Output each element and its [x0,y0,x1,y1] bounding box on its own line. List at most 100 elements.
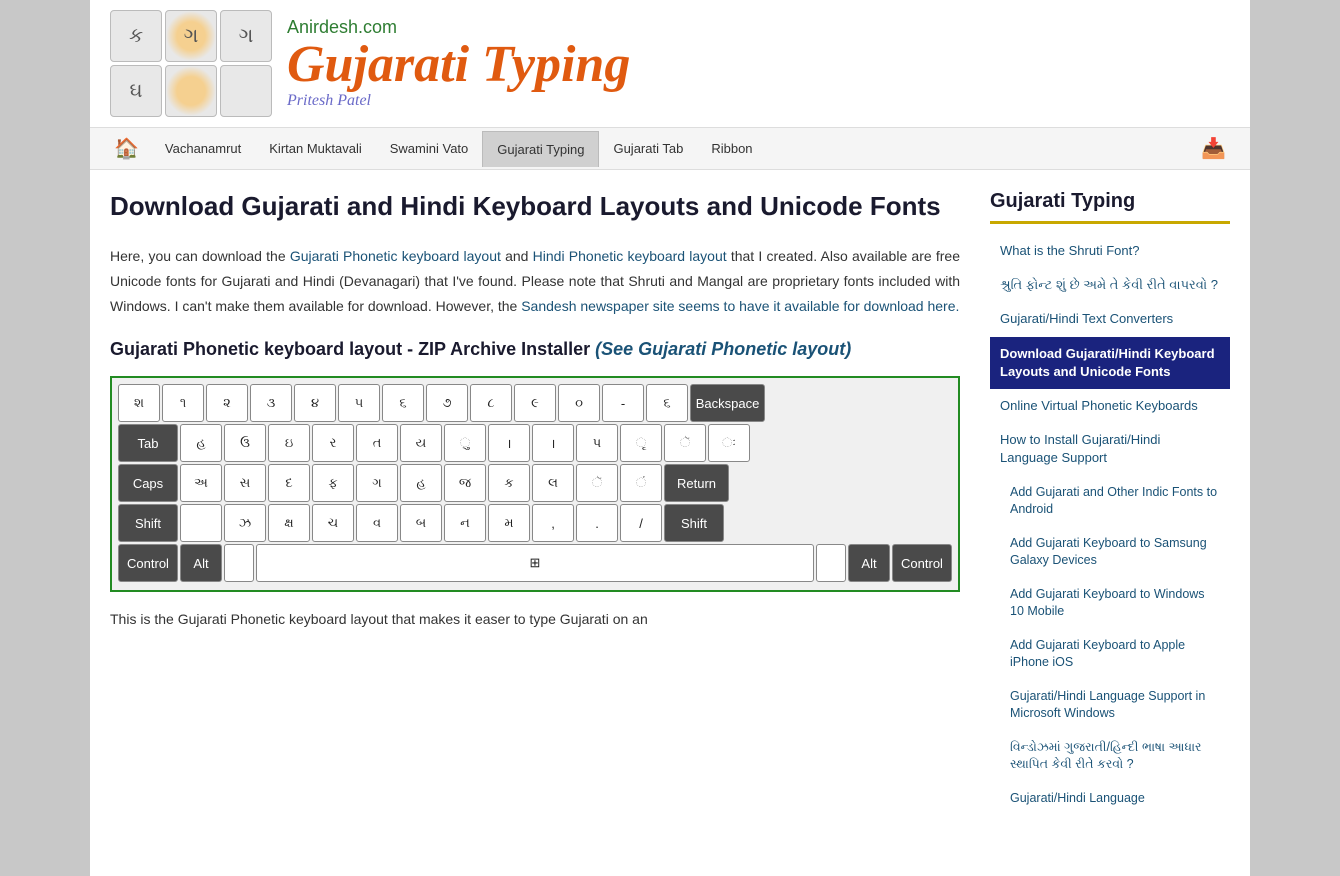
key-ctrl-r: Control [892,544,952,582]
subtitle-logo: Pritesh Patel [287,91,630,110]
sidebar-install-language[interactable]: How to Install Gujarati/Hindi Language S… [990,423,1230,475]
kb-row-3: Caps અ સ દ ફ ગ હ જ ક લ ૅ ં Return [118,464,952,502]
key-4: ૪ [294,384,336,422]
key-ha: હ [180,424,222,462]
key-e2: ૅ [576,464,618,502]
key-return: Return [664,464,729,502]
sidebar-language-bottom[interactable]: Gujarati/Hindi Language [990,782,1230,816]
key-ba: બ [400,504,442,542]
key-1: ૧ [162,384,204,422]
key-u2: ુ [444,424,486,462]
kb-row-2: Tab હ ઉ ઇ ર ત ય ુ । । પ ૃ ૅ ઃ [118,424,952,462]
key-ka2: ક [488,464,530,502]
phonetic-layout-link[interactable]: (See Gujarati Phonetic layout) [595,339,851,359]
sandesh-link[interactable]: Sandesh newspaper site seems to have it … [521,298,959,314]
key-2: ૨ [206,384,248,422]
key-ri: ૃ [620,424,662,462]
site-header: ક ગ ગ ઘ Anirdesh.com Gujarati Typing Pri… [90,0,1250,128]
sidebar: Gujarati Typing What is the Shruti Font?… [990,190,1230,815]
key-caps: Caps [118,464,178,502]
key-sp1 [224,544,254,582]
key-tab: Tab [118,424,178,462]
key-3: ૩ [250,384,292,422]
logo-area: ક ગ ગ ઘ Anirdesh.com Gujarati Typing Pri… [110,10,630,117]
key-6: ૬ [382,384,424,422]
key-slash: / [620,504,662,542]
key-na: ન [444,504,486,542]
sidebar-windows-gu[interactable]: વિન્ડોઝમાં ગુજરાતી/હિન્દી ભાષા આધાર સ્થા… [990,731,1230,782]
key-u: ઉ [224,424,266,462]
sidebar-text-converters[interactable]: Gujarati/Hindi Text Converters [990,302,1230,336]
sidebar-android-fonts[interactable]: Add Gujarati and Other Indic Fonts to An… [990,476,1230,527]
key-period: . [576,504,618,542]
key-6b: ૬ [646,384,688,422]
key-sa: સ [224,464,266,502]
key-sha: શ [118,384,160,422]
nav-gujarati-typing[interactable]: Gujarati Typing [482,131,599,167]
key-blank2 [180,504,222,542]
key-da: ઘ [110,65,162,117]
sidebar-download-keyboards[interactable]: Download Gujarati/Hindi Keyboard Layouts… [990,337,1230,389]
sidebar-ms-windows[interactable]: Gujarati/Hindi Language Support in Micro… [990,680,1230,731]
sidebar-samsung[interactable]: Add Gujarati Keyboard to Samsung Galaxy … [990,527,1230,578]
hindi-phonetic-link[interactable]: Hindi Phonetic keyboard layout [533,248,727,264]
key-shift-l: Shift [118,504,178,542]
sidebar-shruti-font-en[interactable]: What is the Shruti Font? [990,234,1230,268]
key-0: ૦ [558,384,600,422]
key-circle2 [165,65,217,117]
kb-row-5: Control Alt ⊞ Alt Control [118,544,952,582]
kb-row-4: Shift ઝ ક્ષ ચ વ બ ન મ , . / Shift [118,504,952,542]
key-i: ઇ [268,424,310,462]
main-layout: Download Gujarati and Hindi Keyboard Lay… [90,170,1250,835]
key-a: અ [180,464,222,502]
page-title: Download Gujarati and Hindi Keyboard Lay… [110,190,960,224]
key-ja: જ [444,464,486,502]
key-ya: ય [400,424,442,462]
kb-row-1: શ ૧ ૨ ૩ ૪ ૫ ૬ ૭ ૮ ૯ ૦ - ૬ Backspace [118,384,952,422]
key-la: લ [532,464,574,502]
site-nav: 🏠 Vachanamrut Kirtan Muktavali Swamini V… [90,128,1250,170]
nav-vachanamrut[interactable]: Vachanamrut [151,131,255,166]
nav-swamini[interactable]: Swamini Vato [376,131,483,166]
logo-keyboard: ક ગ ગ ઘ [110,10,272,117]
home-icon[interactable]: 🏠 [110,128,143,169]
key-alt-l: Alt [180,544,222,582]
key-ga: ગ [220,10,272,62]
key-visarg: ઃ [708,424,750,462]
key-sp2 [816,544,846,582]
key-ka: ક [110,10,162,62]
key-va: વ [356,504,398,542]
key-pa: પ [576,424,618,462]
key-ksha: ક્ષ [268,504,310,542]
key-ga2: ગ [356,464,398,502]
key-5: ૫ [338,384,380,422]
gujarati-phonetic-link[interactable]: Gujarati Phonetic keyboard layout [290,248,501,264]
sidebar-win10-mobile[interactable]: Add Gujarati Keyboard to Windows 10 Mobi… [990,578,1230,629]
key-backspace: Backspace [690,384,765,422]
keyboard-image: શ ૧ ૨ ૩ ૪ ૫ ૬ ૭ ૮ ૯ ૦ - ૬ Backspace [110,376,960,592]
sidebar-shruti-font-gu[interactable]: શ્રુતિ ફોન્ટ શું છે અમે તે કેવી રીતે વાપ… [990,268,1230,302]
key-ctrl-l: Control [118,544,178,582]
site-title: Anirdesh.com Gujarati Typing Pritesh Pat… [287,17,630,110]
key-comma: , [532,504,574,542]
intro-paragraph: Here, you can download the Gujarati Phon… [110,244,960,320]
content-area: Download Gujarati and Hindi Keyboard Lay… [110,190,960,815]
key-anusvar: ૅ [664,424,706,462]
key-ta: ત [356,424,398,462]
nav-gujarati-tab[interactable]: Gujarati Tab [599,131,697,166]
section1-title-text: Gujarati Phonetic keyboard layout - ZIP … [110,339,590,359]
nav-kirtan[interactable]: Kirtan Muktavali [255,131,375,166]
key-circle1: ગ [165,10,217,62]
sidebar-iphone[interactable]: Add Gujarati Keyboard to Apple iPhone iO… [990,629,1230,680]
key-za: ઝ [224,504,266,542]
key-blank [220,65,272,117]
key-pipe2: । [532,424,574,462]
nav-ribbon[interactable]: Ribbon [697,131,766,166]
key-7: ૭ [426,384,468,422]
sidebar-online-virtual[interactable]: Online Virtual Phonetic Keyboards [990,389,1230,423]
key-ma: મ [488,504,530,542]
key-8: ૮ [470,384,512,422]
download-icon[interactable]: 📥 [1197,128,1230,169]
bottom-text: This is the Gujarati Phonetic keyboard l… [110,608,960,632]
key-9: ૯ [514,384,556,422]
